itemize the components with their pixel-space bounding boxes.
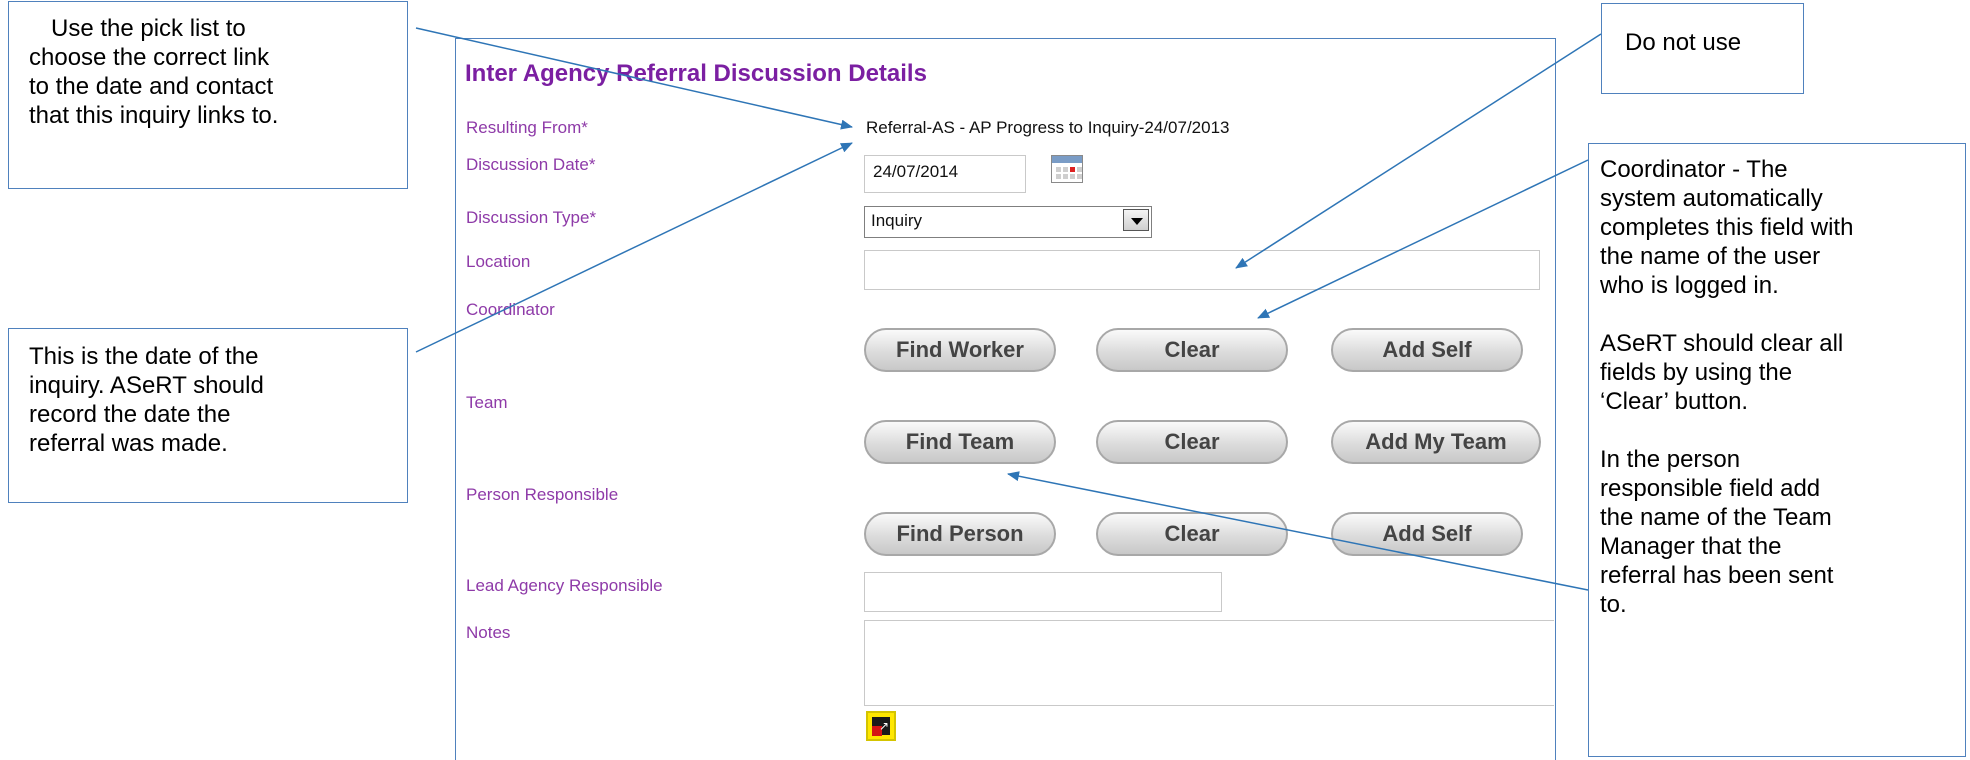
arrow-date <box>415 142 853 353</box>
arrow-coordinator <box>1257 159 1589 319</box>
arrow-do-not-use <box>1235 33 1602 269</box>
arrow-person-responsible <box>1007 471 1589 591</box>
annotation-arrows <box>415 27 1602 591</box>
arrow-pick-list <box>415 27 853 130</box>
